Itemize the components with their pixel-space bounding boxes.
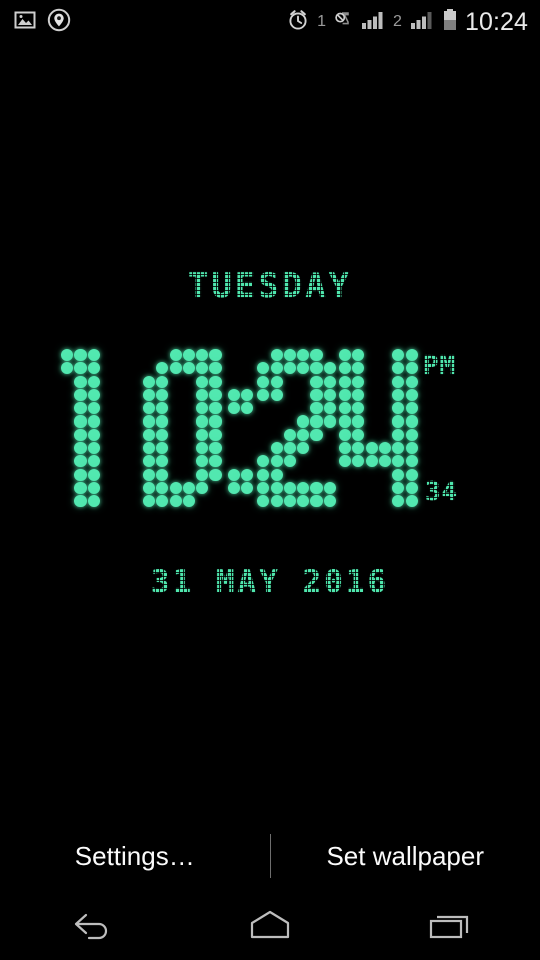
settings-button[interactable]: Settings… (0, 841, 270, 872)
digital-clock-widget[interactable]: TUESDAY PM 34 31 MAY 2016 (0, 44, 540, 644)
time-digit-hour-tens (61, 349, 141, 509)
sim2-indicator: 2 (393, 13, 402, 30)
date-line: 31 MAY 2016 (0, 564, 540, 600)
time-digit-minute-tens (257, 349, 337, 509)
ampm-seconds-column: PM 34 (422, 349, 479, 509)
battery-icon (442, 8, 458, 37)
signal-sim1-icon (360, 9, 386, 36)
status-bar-clock: 10:24 (464, 7, 528, 36)
seconds-label: 34 (424, 477, 459, 507)
recents-icon (422, 907, 478, 946)
status-bar-left-icons (0, 8, 71, 37)
set-wallpaper-button[interactable]: Set wallpaper (271, 841, 540, 872)
photo-icon (14, 9, 36, 36)
ampm-label: PM (422, 351, 457, 381)
mute-icon (333, 10, 353, 35)
time-colon (227, 349, 255, 509)
nav-recents-button[interactable] (395, 897, 505, 955)
weekday-label: TUESDAY (187, 266, 353, 306)
weekday-line: TUESDAY (0, 266, 540, 306)
status-bar[interactable]: 1 2 10:24 (0, 0, 540, 44)
wallpaper-area[interactable]: TUESDAY PM 34 31 MAY 2016 (0, 44, 540, 820)
status-bar-right-icons: 1 2 10:24 (286, 8, 540, 37)
date-label: 31 MAY 2016 (150, 564, 390, 600)
back-arrow-icon (62, 907, 118, 946)
sim1-indicator: 1 (317, 13, 327, 30)
time-display: PM 34 (0, 349, 540, 509)
signal-sim2-icon (409, 9, 435, 36)
home-icon (240, 907, 300, 946)
time-digit-hour-ones (142, 349, 223, 509)
location-badge-icon (47, 8, 71, 37)
navigation-bar (0, 892, 540, 960)
nav-back-button[interactable] (35, 897, 145, 955)
alarm-icon (286, 8, 310, 37)
time-digit-minute-ones (339, 349, 419, 509)
nav-home-button[interactable] (215, 897, 325, 955)
wallpaper-action-bar: Settings… Set wallpaper (0, 820, 540, 892)
